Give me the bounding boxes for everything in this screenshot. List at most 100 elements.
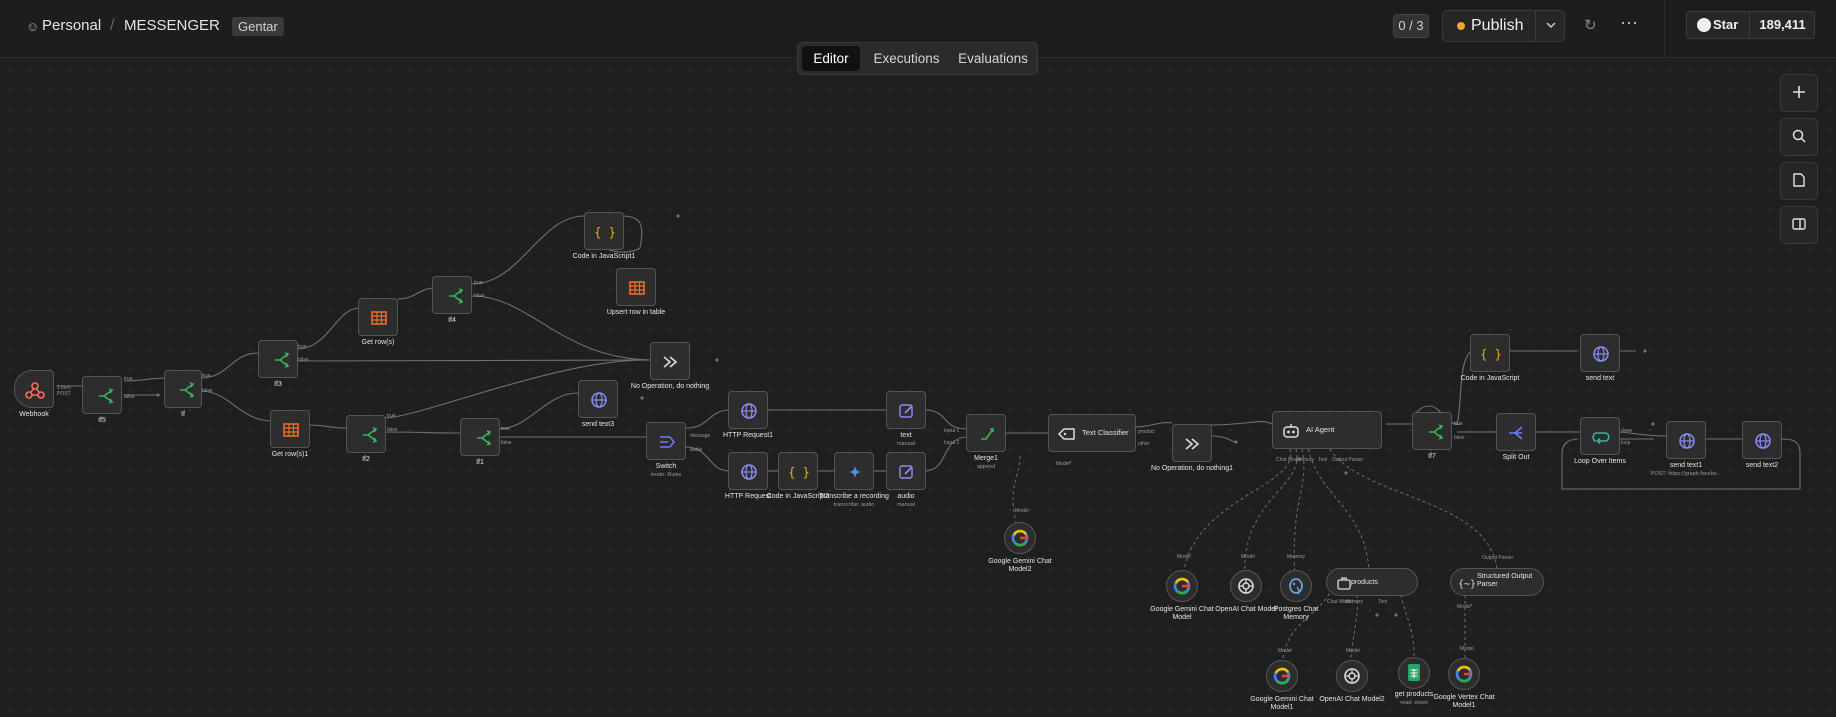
node-if2[interactable] <box>346 415 386 453</box>
node-label: Switch <box>655 463 677 470</box>
connection <box>295 359 651 362</box>
connection <box>471 215 585 285</box>
openai-icon <box>1238 578 1254 594</box>
port-label: Tool <box>1378 599 1388 605</box>
node-if1[interactable] <box>460 418 500 456</box>
port-end <box>715 358 719 362</box>
node-audio[interactable] <box>886 452 926 490</box>
node-subtitle: manual <box>896 502 916 508</box>
port-label: Tool <box>1318 457 1328 463</box>
node-label: Get row(s)1 <box>271 451 309 458</box>
port-label: Memory <box>1296 457 1315 463</box>
ai-connection <box>1307 448 1370 572</box>
code-icon: { } <box>1480 348 1502 362</box>
github-star-count: 189,411 <box>1749 12 1815 38</box>
node-label: Upsert row in table <box>606 309 666 316</box>
google-icon <box>1455 665 1473 683</box>
port-label: Input 2 <box>944 440 960 446</box>
node-label: Webhook <box>19 411 49 418</box>
node-if5[interactable] <box>82 376 122 414</box>
node-http1[interactable] <box>728 391 768 429</box>
node-subtitle: append <box>976 464 996 470</box>
node-loop[interactable] <box>1580 417 1620 455</box>
node-if[interactable] <box>164 370 202 408</box>
node-if3[interactable] <box>258 340 298 378</box>
node-label: If <box>181 411 185 418</box>
node-code-js[interactable]: { } <box>1470 334 1510 372</box>
node-label: Google Gemini Chat Model1 <box>1250 696 1314 711</box>
node-subtitle: mode: Rules <box>650 472 682 478</box>
node-code-js2[interactable]: { } <box>778 452 818 490</box>
node-get-rows[interactable] <box>358 298 398 336</box>
connection <box>1209 421 1273 426</box>
globe-icon <box>591 392 607 408</box>
node-label: Google Vertex Chat Model1 <box>1433 694 1495 709</box>
port-label: Memory <box>1345 599 1364 605</box>
node-label: send text1 <box>1669 462 1703 469</box>
undo-icon[interactable]: ↻ <box>1584 16 1597 34</box>
node-postgres[interactable] <box>1280 570 1312 602</box>
code-icon: { } <box>788 466 810 480</box>
node-gemini1[interactable] <box>1266 660 1298 692</box>
workflow-name[interactable]: MESSENGER <box>124 17 220 34</box>
workflow-tag[interactable]: Gentar <box>232 17 284 36</box>
node-send-text2[interactable] <box>1742 421 1782 459</box>
node-label: HTTP Request <box>724 493 772 500</box>
port-end <box>1643 349 1647 353</box>
github-star-button[interactable]: Star 189,411 <box>1686 11 1815 39</box>
node-if4[interactable] <box>432 276 472 314</box>
port-label: Model* <box>1056 461 1072 467</box>
node-if7[interactable] <box>1412 412 1452 450</box>
connection <box>1209 435 1237 443</box>
node-send-text3[interactable] <box>578 380 618 418</box>
node-send-text1[interactable] <box>1666 421 1706 459</box>
node-gemini[interactable] <box>1166 570 1198 602</box>
if-icon <box>363 427 378 443</box>
port-label: Model <box>1015 508 1029 514</box>
port-label: false <box>124 394 135 400</box>
node-webhook[interactable] <box>14 370 54 408</box>
node-label: No Operation, do nothing1 <box>1150 465 1234 472</box>
publish-button[interactable]: Publish <box>1443 11 1535 41</box>
node-label: If7 <box>1428 453 1436 460</box>
node-openai2[interactable] <box>1336 660 1368 692</box>
more-options-icon[interactable]: ··· <box>1620 12 1638 33</box>
node-subtitle: POST: https://graph.facebo... <box>1650 471 1722 477</box>
workflow-canvas[interactable]: Webhook If5 If If3 Get row(s) If4 { } Code in J… <box>0 58 1836 717</box>
node-label: send text3 <box>581 421 615 428</box>
port-end <box>156 393 160 397</box>
node-switch[interactable] <box>646 422 686 460</box>
openai-icon <box>1344 668 1360 684</box>
port-label: Model <box>1177 554 1191 560</box>
node-split-out[interactable] <box>1496 413 1536 451</box>
node-merge1[interactable] <box>966 414 1006 452</box>
if-icon <box>449 288 464 304</box>
node-label: Merge1 <box>974 455 998 462</box>
node-gemini2[interactable] <box>1004 522 1036 554</box>
node-openai[interactable] <box>1230 570 1262 602</box>
node-http[interactable] <box>728 452 768 490</box>
node-text[interactable] <box>886 391 926 429</box>
svg-text:{ }: { } <box>788 466 810 480</box>
node-send-text[interactable] <box>1580 334 1620 372</box>
node-get-products[interactable] <box>1398 657 1430 689</box>
node-upsert[interactable] <box>616 268 656 306</box>
node-get-rows1[interactable] <box>270 410 310 448</box>
breadcrumb-project[interactable]: Personal <box>42 17 101 34</box>
node-label: text <box>900 432 912 439</box>
publish-dropdown-button[interactable] <box>1535 11 1565 41</box>
node-label: get products <box>1394 691 1434 698</box>
if-icon <box>180 382 195 398</box>
port-label: false <box>298 357 309 363</box>
node-noop1[interactable] <box>1172 424 1212 462</box>
version-counter[interactable]: 0 / 3 <box>1393 14 1429 38</box>
node-transcribe[interactable] <box>834 452 874 490</box>
github-star-label: Star <box>1713 17 1739 32</box>
merge-icon <box>981 428 994 440</box>
status-dot-icon <box>1457 22 1465 30</box>
node-noop[interactable] <box>650 342 690 380</box>
port-label: POST <box>57 391 71 397</box>
node-code-js1[interactable]: { } <box>584 212 624 250</box>
table-icon <box>371 311 387 325</box>
node-vertex[interactable] <box>1448 658 1480 690</box>
